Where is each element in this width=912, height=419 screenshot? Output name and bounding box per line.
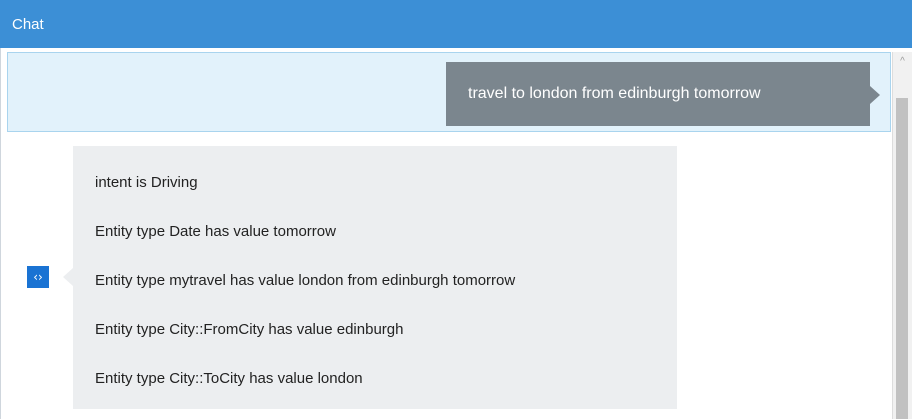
chat-transcript[interactable]: travel to london from edinburgh tomorrow… <box>0 48 912 419</box>
chevron-up-icon[interactable]: ^ <box>893 52 912 70</box>
bot-message-line: Entity type Date has value tomorrow <box>95 223 336 240</box>
bot-message-line: Entity type mytravel has value london fr… <box>95 272 516 289</box>
bot-message-line: intent is Driving <box>95 174 198 191</box>
chat-window: Chat travel to london from edinburgh tom… <box>0 0 912 419</box>
chat-title: Chat <box>12 15 44 33</box>
vertical-scrollbar[interactable]: ^ <box>892 52 912 419</box>
user-message-text: travel to london from edinburgh tomorrow <box>468 85 761 102</box>
user-message-bubble[interactable]: travel to london from edinburgh tomorrow <box>446 62 880 126</box>
scrollbar-thumb[interactable] <box>896 98 908 419</box>
user-message-row[interactable]: travel to london from edinburgh tomorrow <box>7 52 891 132</box>
bot-message-bubble: intent is Driving Entity type Date has v… <box>63 146 677 409</box>
bot-message-line: Entity type City::ToCity has value londo… <box>95 370 363 387</box>
code-brackets-icon[interactable]: ‹› <box>27 266 49 288</box>
bot-message-line: Entity type City::FromCity has value edi… <box>95 321 404 338</box>
chat-titlebar: Chat <box>0 0 912 48</box>
